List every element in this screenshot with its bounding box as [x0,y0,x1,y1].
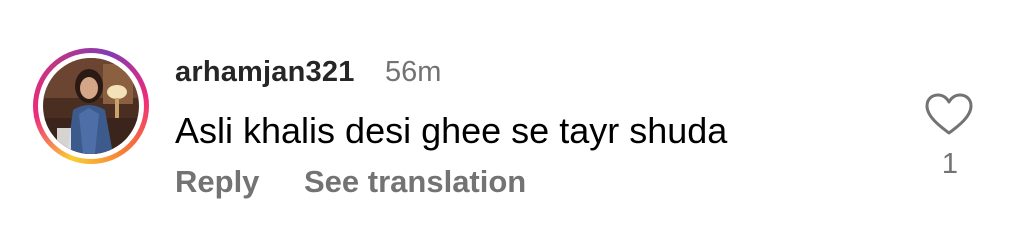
avatar-story-ring[interactable] [33,48,149,164]
like-count: 1 [941,148,959,180]
heart-outline-icon [925,93,973,135]
comment-item: arhamjan321 56m Asli khalis desi ghee se… [0,0,1024,242]
avatar-photo [43,58,139,154]
comment-text: Asli khalis desi ghee se tayr shuda [175,110,728,151]
reply-button[interactable]: Reply [175,164,259,200]
see-translation-button[interactable]: See translation [304,164,526,200]
comment-username[interactable]: arhamjan321 [175,56,355,89]
like-button[interactable] [924,92,974,136]
avatar[interactable] [43,58,139,154]
comment-timestamp: 56m [385,56,442,88]
